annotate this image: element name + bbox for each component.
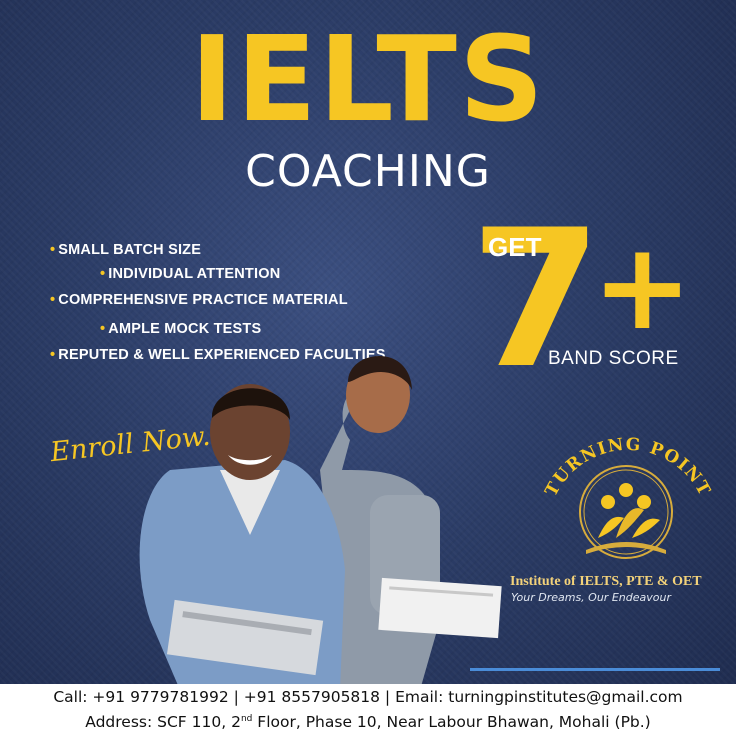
contact-line: Call: +91 9779781992 | +91 8557905818 | … <box>53 688 683 707</box>
institute-name: Institute of IELTS, PTE & OET <box>510 574 702 589</box>
band-score-label: BAND SCORE <box>548 348 679 369</box>
bullet-dot-icon: • <box>50 242 56 258</box>
turning-point-logo-icon: TURNING POINT <box>541 435 713 559</box>
poster: IELTS COACHING • SMALL BATCH SIZE • INDIVI… <box>0 0 736 736</box>
score-plus: + <box>592 218 693 357</box>
feature-item: • SMALL BATCH SIZE <box>50 242 202 258</box>
bullet-dot-icon: • <box>100 266 106 282</box>
address-suffix: Floor, Phase 10, Near Labour Bhawan, Moh… <box>252 713 651 732</box>
address-prefix: Address: SCF 110, 2 <box>85 713 241 732</box>
feature-item: • INDIVIDUAL ATTENTION <box>100 266 281 282</box>
accent-divider <box>470 668 720 671</box>
feature-item: • COMPREHENSIVE PRACTICE MATERIAL <box>50 292 348 308</box>
students-photo <box>139 356 502 690</box>
address-sup: nd <box>240 714 253 725</box>
get-label: GET <box>488 232 542 262</box>
coaching-subtitle: COACHING <box>245 146 491 197</box>
bullet-dot-icon: • <box>50 347 56 363</box>
tagline: Your Dreams, Our Endeavour <box>511 591 671 604</box>
address-line: Address: SCF 110, 2nd Floor, Phase 10, N… <box>85 708 650 733</box>
bullet-dot-icon: • <box>100 321 106 337</box>
contact-footer: Call: +91 9779781992 | +91 8557905818 | … <box>0 684 736 736</box>
bullet-dot-icon: • <box>50 292 56 308</box>
ielts-title: IELTS <box>190 10 546 148</box>
